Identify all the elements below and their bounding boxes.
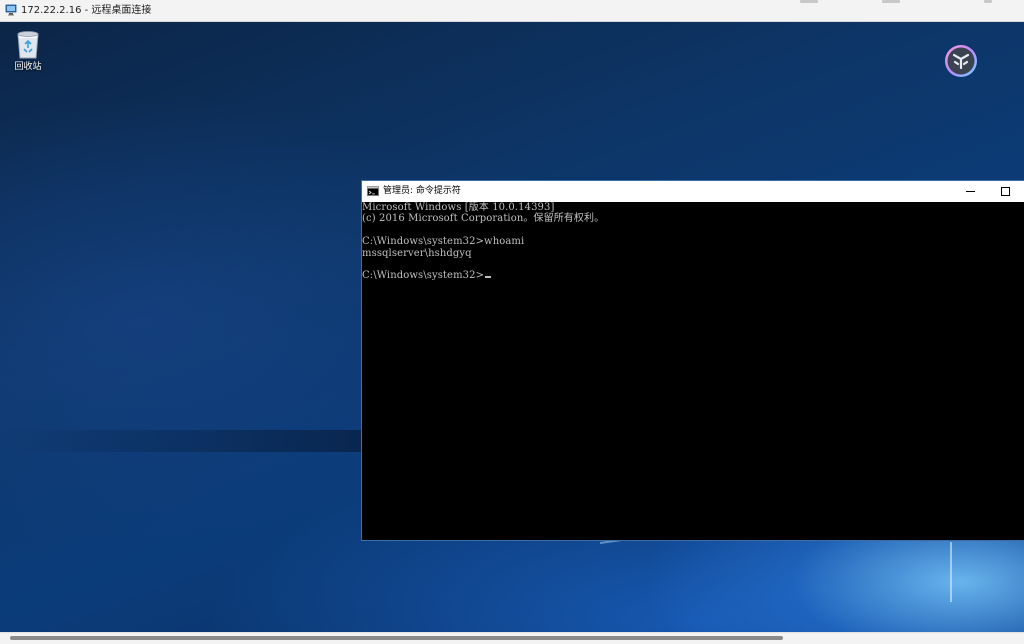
minimize-icon [800, 0, 818, 3]
remote-desktop-icon [5, 4, 17, 16]
console-line: Microsoft Windows [版本 10.0.14393] [362, 202, 555, 213]
recycle-bin-icon [17, 31, 39, 59]
rdp-minimize-button[interactable] [786, 0, 832, 22]
maximize-icon [882, 0, 900, 3]
cmd-icon [367, 186, 379, 196]
cmd-maximize-button[interactable] [988, 181, 1024, 202]
console-lines: Microsoft Windows [版本 10.0.14393] (c) 20… [362, 202, 604, 282]
console-line: mssqlserver\hshdgyq [362, 247, 472, 259]
cmd-window[interactable]: 管理员: 命令提示符 Microsoft Windows [版本 10.0.14… [361, 180, 1024, 541]
wallpaper-light-band [0, 430, 362, 452]
rdp-client-window: 172.22.2.16 - 远程桌面连接 回收站 管理员: 命令提示符 Micr… [0, 0, 1024, 644]
console-prompt-line[interactable]: C:\Windows\system32> [362, 270, 604, 281]
close-icon [984, 0, 992, 3]
maximize-icon [1001, 187, 1010, 196]
cmd-minimize-button[interactable] [952, 181, 988, 202]
rdp-titlebar[interactable]: 172.22.2.16 - 远程桌面连接 [0, 0, 1024, 22]
minimize-icon [966, 191, 975, 192]
rdp-maximize-button[interactable] [868, 0, 914, 22]
wallpaper-light-ray-vertical [950, 542, 952, 602]
circular-widget-icon[interactable] [944, 44, 978, 78]
rdp-horizontal-scrollbar[interactable] [0, 632, 1024, 644]
cmd-window-title: 管理员: 命令提示符 [383, 186, 461, 196]
remote-desktop[interactable]: 回收站 管理员: 命令提示符 Microsoft Windows [版本 10.… [0, 22, 1024, 632]
text-cursor [485, 276, 492, 279]
console-line: (c) 2016 Microsoft Corporation。保留所有权利。 [362, 213, 605, 225]
desktop-icon-label: 回收站 [14, 62, 42, 72]
cmd-titlebar[interactable]: 管理员: 命令提示符 [362, 181, 1024, 202]
console-prompt: C:\Windows\system32> [362, 270, 485, 282]
rdp-window-title: 172.22.2.16 - 远程桌面连接 [21, 5, 152, 16]
rdp-close-button[interactable] [964, 0, 1010, 22]
console-line: C:\Windows\system32>whoami [362, 236, 525, 248]
desktop-icon-recycle-bin[interactable]: 回收站 [6, 26, 50, 76]
cmd-console-output[interactable]: Microsoft Windows [版本 10.0.14393] (c) 20… [362, 202, 1024, 540]
scrollbar-thumb[interactable] [10, 636, 783, 640]
